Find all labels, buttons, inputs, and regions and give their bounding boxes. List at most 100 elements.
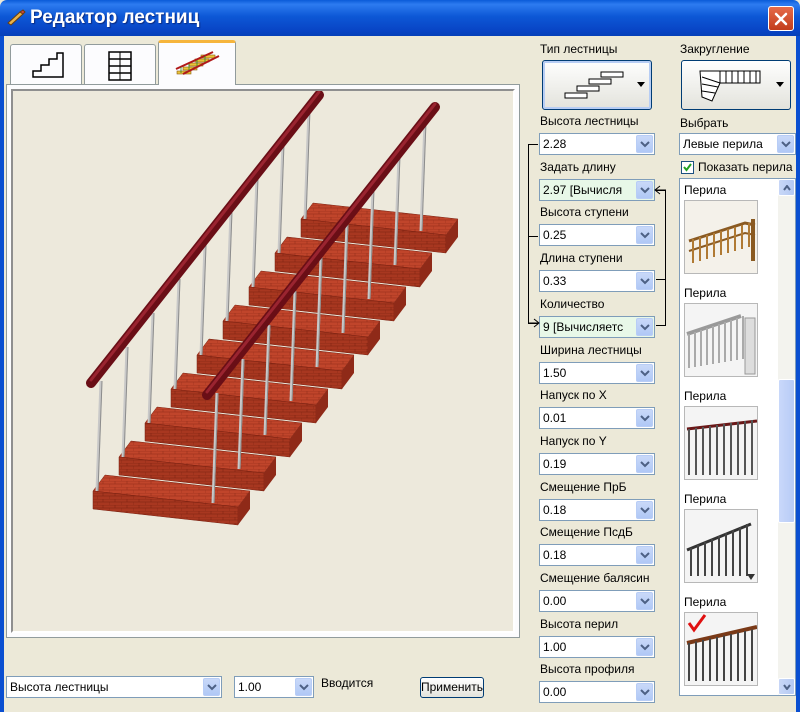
railing-preview-iron[interactable] [684, 612, 758, 686]
tab-panel [6, 84, 520, 638]
chevron-down-icon [640, 278, 650, 285]
field-combo[interactable]: 1.00 [539, 636, 655, 658]
chevron-down-icon [640, 415, 650, 422]
window-frame-left [0, 36, 4, 712]
chevron-up-icon [783, 185, 791, 191]
field-combo[interactable]: 0.19 [539, 453, 655, 475]
railing-preview-dark-balusters[interactable] [684, 406, 758, 480]
rounding-button[interactable] [681, 60, 791, 110]
dropdown-button[interactable] [636, 226, 653, 244]
dropdown-button[interactable] [636, 546, 653, 564]
dropdown-button[interactable] [777, 135, 794, 153]
chevron-down-icon [640, 141, 650, 148]
window-frame-right [796, 36, 800, 712]
field-combo[interactable]: 2.97 [Вычисля [539, 179, 655, 201]
railing-preview-white-balusters[interactable] [684, 303, 758, 377]
link-bracket-right [656, 190, 666, 280]
scroll-down-button[interactable] [778, 678, 795, 695]
dropdown-button[interactable] [636, 455, 653, 473]
field-combo[interactable]: 0.18 [539, 499, 655, 521]
tab-3d[interactable] [158, 40, 236, 85]
dropdown-button[interactable] [295, 678, 312, 696]
railing-list[interactable]: Перила Перила Перила Перила Перила [679, 178, 796, 696]
field-label: Смещение ПрБ [540, 480, 627, 494]
vertical-scrollbar[interactable] [778, 179, 795, 695]
field-combo[interactable]: 0.00 [539, 590, 655, 612]
chevron-down-icon [640, 507, 650, 514]
railing-side-select[interactable]: Левые перила [679, 133, 796, 155]
field-combo[interactable]: 0.18 [539, 544, 655, 566]
dropdown-button[interactable] [636, 501, 653, 519]
dropdown-button[interactable] [636, 181, 653, 199]
link-vertical [665, 280, 666, 326]
field-combo[interactable]: 0.01 [539, 407, 655, 429]
stair-3d-preview[interactable] [11, 89, 515, 633]
field-combo[interactable]: 1.50 [539, 362, 655, 384]
stair-3d-model [86, 90, 459, 526]
dropdown-button[interactable] [636, 592, 653, 610]
parameter-select[interactable]: Высота лестницы [6, 676, 222, 698]
dropdown-button[interactable] [636, 683, 653, 701]
chevron-down-icon [637, 82, 645, 87]
rounding-label: Закругление [680, 42, 750, 56]
dropdown-button[interactable] [636, 638, 653, 656]
chevron-down-icon [781, 141, 791, 148]
field-label: Длина ступени [540, 251, 623, 265]
field-combo[interactable]: 0.00 [539, 681, 655, 703]
link-tick [528, 236, 538, 237]
railing-item-label: Перила [684, 492, 727, 506]
window-title: Редактор лестниц [30, 7, 200, 28]
value-text: 1.00 [238, 680, 262, 694]
arrow-left-icon [654, 185, 666, 195]
link-bracket-left [528, 144, 538, 324]
stairs-plan-icon [108, 51, 132, 81]
field-combo[interactable]: 0.33 [539, 270, 655, 292]
value-select[interactable]: 1.00 [234, 676, 314, 698]
parameter-value: Высота лестницы [10, 680, 109, 694]
dropdown-button[interactable] [203, 678, 220, 696]
stairs-profile-icon [32, 52, 64, 78]
select-label: Выбрать [680, 116, 729, 130]
railing-preview-metal[interactable] [684, 509, 758, 583]
chevron-down-icon [640, 598, 650, 605]
stair-type-label: Тип лестницы [540, 42, 618, 56]
close-icon [774, 12, 788, 26]
chevron-down-icon [640, 552, 650, 559]
field-label: Напуск по Y [540, 434, 607, 448]
dropdown-button[interactable] [636, 409, 653, 427]
chevron-down-icon [783, 684, 791, 690]
scroll-thumb[interactable] [778, 379, 795, 523]
scroll-up-button[interactable] [778, 179, 795, 196]
stairs-3d-icon [175, 51, 220, 75]
dropdown-button[interactable] [636, 318, 653, 336]
dropdown-button[interactable] [636, 272, 653, 290]
dropdown-button[interactable] [636, 364, 653, 382]
dropdown-button[interactable] [636, 135, 653, 153]
app-icon [7, 9, 26, 26]
railing-side-value: Левые перила [683, 137, 763, 151]
tab-plan[interactable] [84, 44, 156, 84]
stair-type-button[interactable] [542, 60, 652, 110]
apply-button[interactable]: Применить [420, 677, 484, 698]
field-combo[interactable]: 0.25 [539, 224, 655, 246]
field-value: 0.01 [543, 411, 567, 425]
title-bar[interactable]: Редактор лестниц [0, 0, 800, 36]
field-value: 1.50 [543, 366, 567, 380]
chevron-down-icon [299, 684, 309, 691]
rounded-stair-icon [699, 70, 761, 102]
field-value: 1.00 [543, 640, 567, 654]
checkmark-icon [683, 163, 692, 172]
railing-preview-wood[interactable] [684, 200, 758, 274]
show-railing-checkbox[interactable] [681, 161, 694, 174]
field-label: Высота перил [540, 617, 619, 631]
close-button[interactable] [768, 6, 794, 31]
field-value: 9 [Вычисляетс [543, 320, 624, 334]
chevron-down-icon [776, 82, 784, 87]
field-value: 0.00 [543, 594, 567, 608]
chevron-down-icon [640, 232, 650, 239]
field-label: Количество [540, 297, 605, 311]
field-label: Задать длину [540, 160, 616, 174]
field-combo[interactable]: 9 [Вычисляетс [539, 316, 655, 338]
tab-profile[interactable] [10, 44, 82, 84]
field-combo[interactable]: 2.28 [539, 133, 655, 155]
